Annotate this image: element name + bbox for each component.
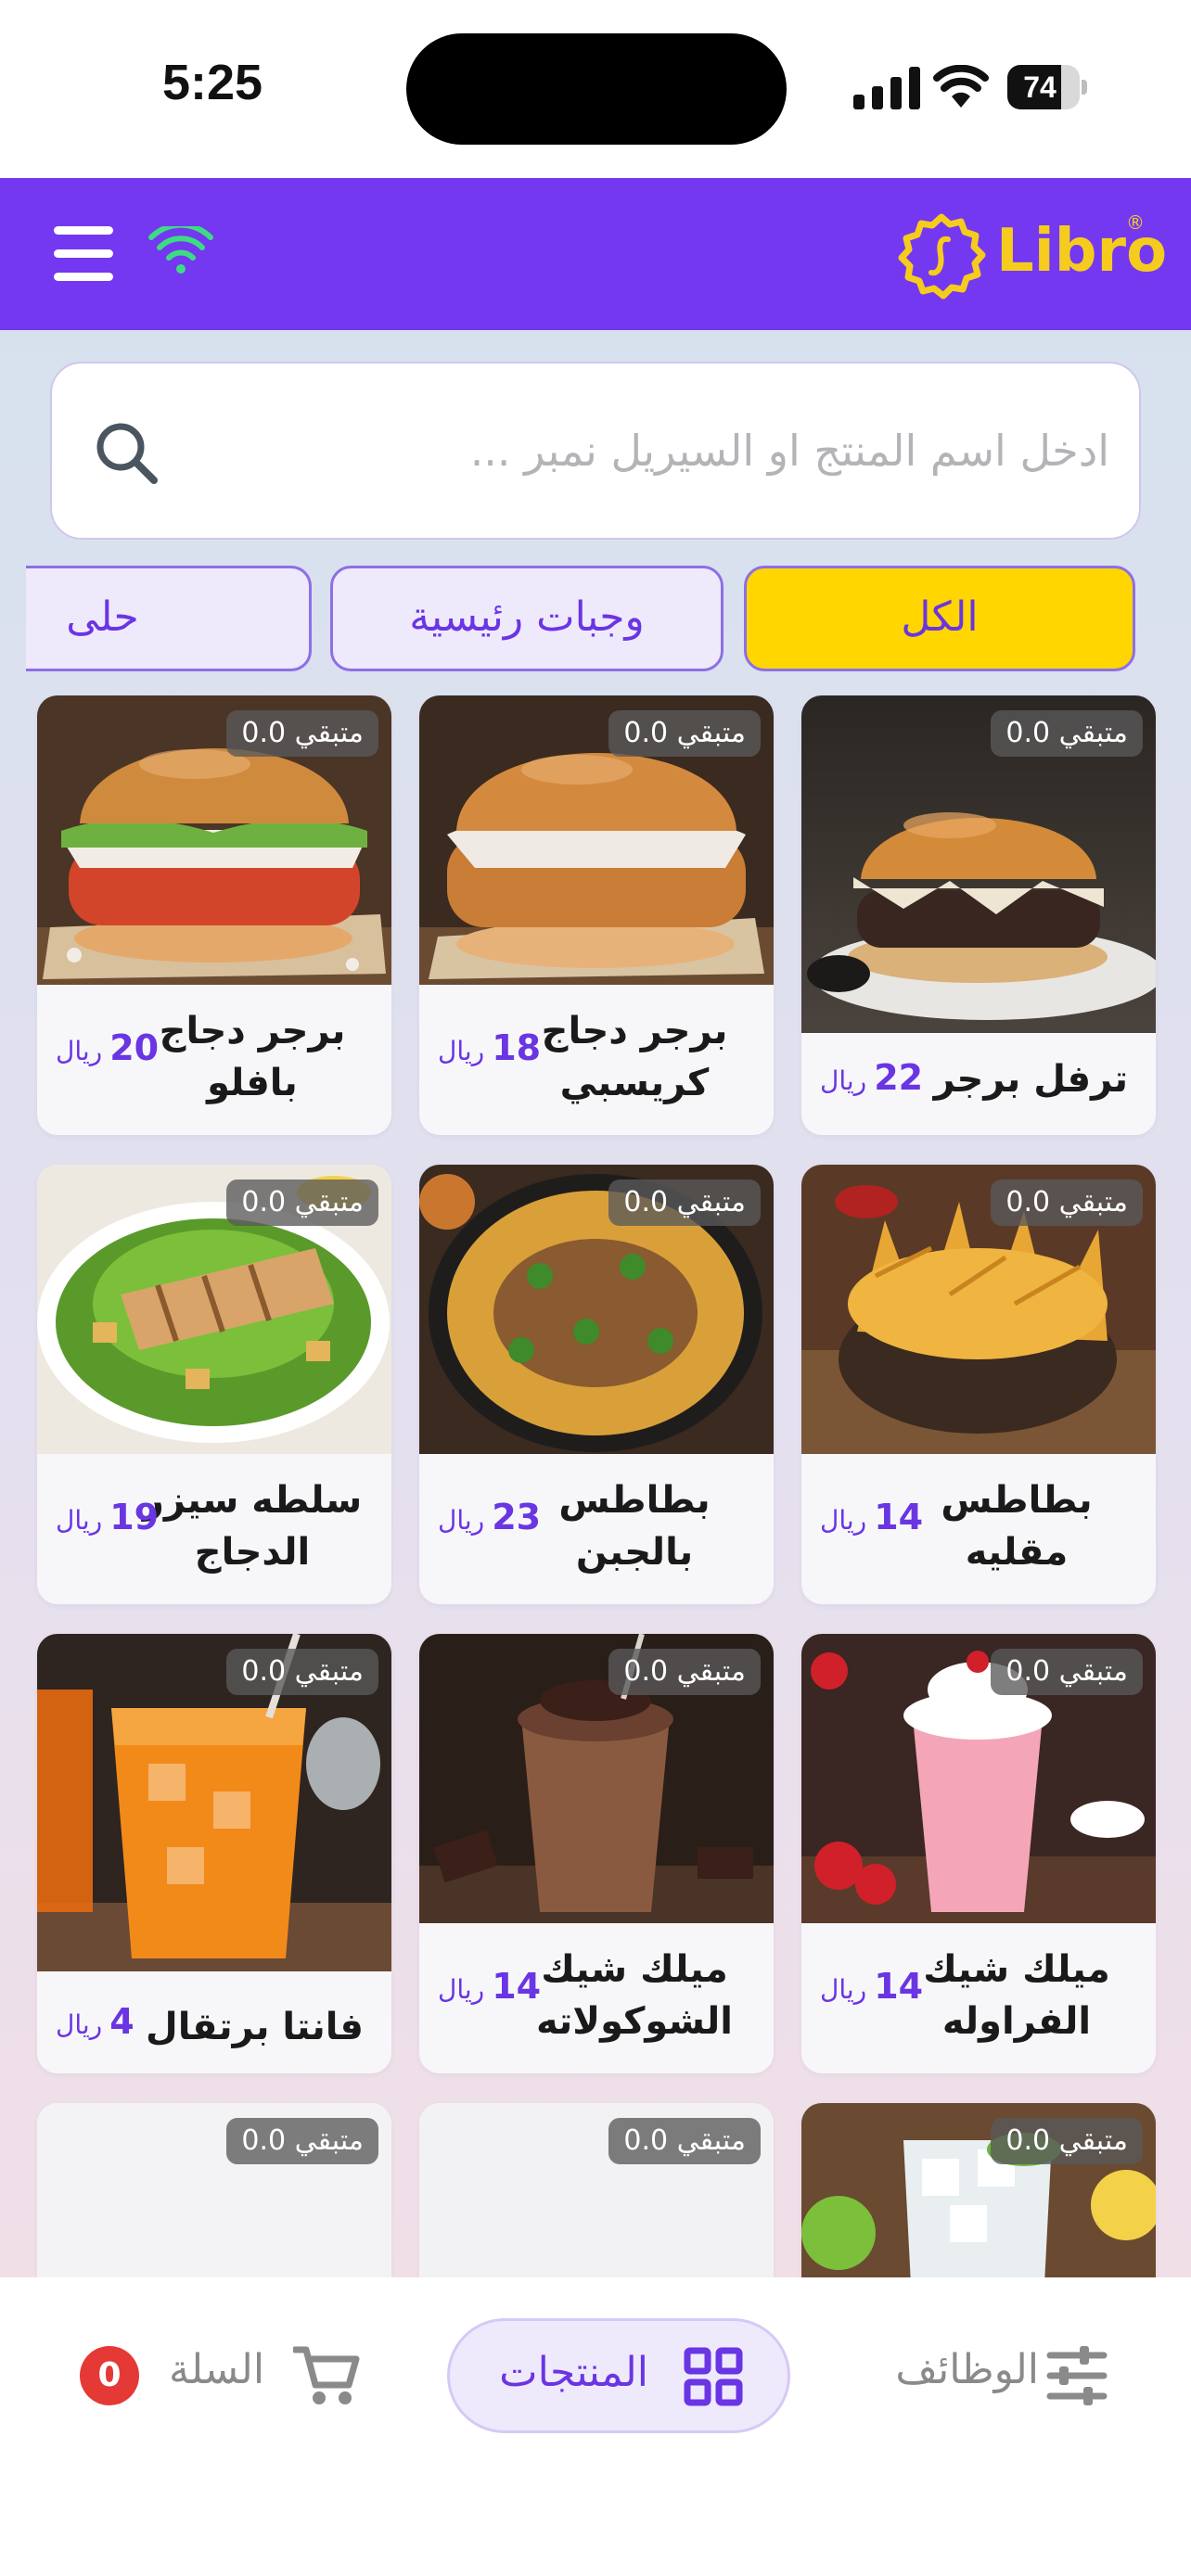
product-name: بطاطس مقليه	[941, 1479, 1093, 1574]
stock-badge: متبقي 0.0	[608, 2118, 761, 2164]
stock-badge: متبقي 0.0	[991, 1180, 1143, 1226]
stock-badge: متبقي 0.0	[608, 710, 761, 757]
product-price: 14ريال	[438, 1966, 542, 2007]
status-time: 5:25	[162, 55, 263, 110]
product-price: 19ريال	[56, 1497, 160, 1537]
product-card[interactable]: متبقي 0.0 سلطه سيزر الدجاج 19ريال	[37, 1165, 391, 1604]
category-chip-desserts[interactable]: حلى	[26, 566, 312, 671]
product-card[interactable]: متبقي 0.0 برجر دجاج بافلو 20ريال	[37, 695, 391, 1135]
product-price: 14ريال	[820, 1966, 924, 2007]
product-card[interactable]: متبقي 0.0	[419, 2103, 774, 2277]
stock-badge: متبقي 0.0	[226, 2118, 378, 2164]
bottom-navigation: الوظائف المنتجات 0 السلة	[0, 2277, 1191, 2576]
stock-badge: متبقي 0.0	[226, 710, 378, 757]
product-name: ميلك شيك الشوكولاته	[536, 1948, 733, 2043]
app-header: Libro ®	[0, 178, 1191, 330]
product-price: 23ريال	[438, 1497, 542, 1537]
product-name: بطاطس بالجبن	[558, 1479, 711, 1574]
product-card[interactable]: متبقي 0.0 ميلك شيك الشوكولاته 14ريال	[419, 1634, 774, 2073]
battery-percent: 74	[1023, 70, 1057, 104]
category-tabs: الكل وجبات رئيسية حلى	[0, 566, 1191, 673]
product-name: ترفل برجر	[933, 1058, 1128, 1101]
product-name: برجر دجاج كريسبي	[541, 1010, 728, 1104]
cart-count-badge: 0	[80, 2346, 139, 2405]
app-logo: Libro ®	[887, 211, 1167, 304]
wifi-status-icon	[933, 65, 989, 108]
dynamic-island	[406, 33, 787, 145]
menu-button[interactable]	[54, 224, 113, 282]
search-bar	[50, 362, 1141, 540]
category-chip-all[interactable]: الكل	[744, 566, 1135, 671]
category-chip-main-meals[interactable]: وجبات رئيسية	[330, 566, 724, 671]
product-card[interactable]: متبقي 0.0 ميلك شيك الفراوله 14ريال	[801, 1634, 1156, 2073]
cart-icon	[293, 2346, 360, 2404]
stock-badge: متبقي 0.0	[226, 1180, 378, 1226]
products-screen: الكل وجبات رئيسية حلى متبقي 0.0 ترفل برج…	[0, 330, 1191, 2277]
stock-badge: متبقي 0.0	[608, 1649, 761, 1695]
product-card[interactable]: متبقي 0.0	[801, 2103, 1156, 2277]
sliders-icon	[1046, 2346, 1108, 2405]
wifi-connected-icon	[148, 226, 213, 274]
product-name: ميلك شيك الفراوله	[923, 1948, 1110, 2043]
product-card[interactable]: متبقي 0.0 برجر دجاج كريسبي 18ريال	[419, 695, 774, 1135]
product-card[interactable]: متبقي 0.0 بطاطس مقليه 14ريال	[801, 1165, 1156, 1604]
product-name: فانتا برتقال	[146, 2006, 364, 2048]
product-card[interactable]: متبقي 0.0 بطاطس بالجبن 23ريال	[419, 1165, 774, 1604]
product-price: 22ريال	[820, 1057, 924, 1098]
product-price: 4ريال	[56, 2001, 134, 2042]
product-price: 18ريال	[438, 1027, 542, 1068]
search-icon[interactable]	[91, 417, 161, 488]
product-card[interactable]: متبقي 0.0	[37, 2103, 391, 2277]
battery-icon: 74	[1007, 65, 1087, 109]
nav-cart[interactable]: 0 السلة	[74, 2318, 371, 2433]
stock-badge: متبقي 0.0	[991, 1649, 1143, 1695]
product-price: 14ريال	[820, 1497, 924, 1537]
stock-badge: متبقي 0.0	[991, 710, 1143, 757]
product-name: برجر دجاج بافلو	[159, 1010, 346, 1104]
product-name: سلطه سيزر الدجاج	[142, 1479, 363, 1574]
product-card[interactable]: متبقي 0.0 فانتا برتقال 4ريال	[37, 1634, 391, 2073]
product-price: 20ريال	[56, 1027, 160, 1068]
nav-products-label: المنتجات	[499, 2349, 648, 2396]
logo-registered-mark: ®	[1126, 211, 1145, 234]
product-card[interactable]: متبقي 0.0 ترفل برجر 22ريال	[801, 695, 1156, 1135]
logo-badge-icon	[898, 213, 986, 300]
nav-cart-label: السلة	[169, 2346, 265, 2393]
stock-badge: متبقي 0.0	[991, 2118, 1143, 2164]
search-input[interactable]	[182, 363, 1109, 538]
status-bar: 5:25 74	[0, 0, 1191, 178]
cellular-signal-icon	[853, 67, 920, 109]
nav-tools-label: الوظائف	[895, 2346, 1039, 2393]
stock-badge: متبقي 0.0	[608, 1180, 761, 1226]
nav-tools[interactable]: الوظائف	[853, 2318, 1132, 2433]
stock-badge: متبقي 0.0	[226, 1649, 378, 1695]
grid-icon	[684, 2347, 743, 2406]
nav-products[interactable]: المنتجات	[447, 2318, 790, 2433]
